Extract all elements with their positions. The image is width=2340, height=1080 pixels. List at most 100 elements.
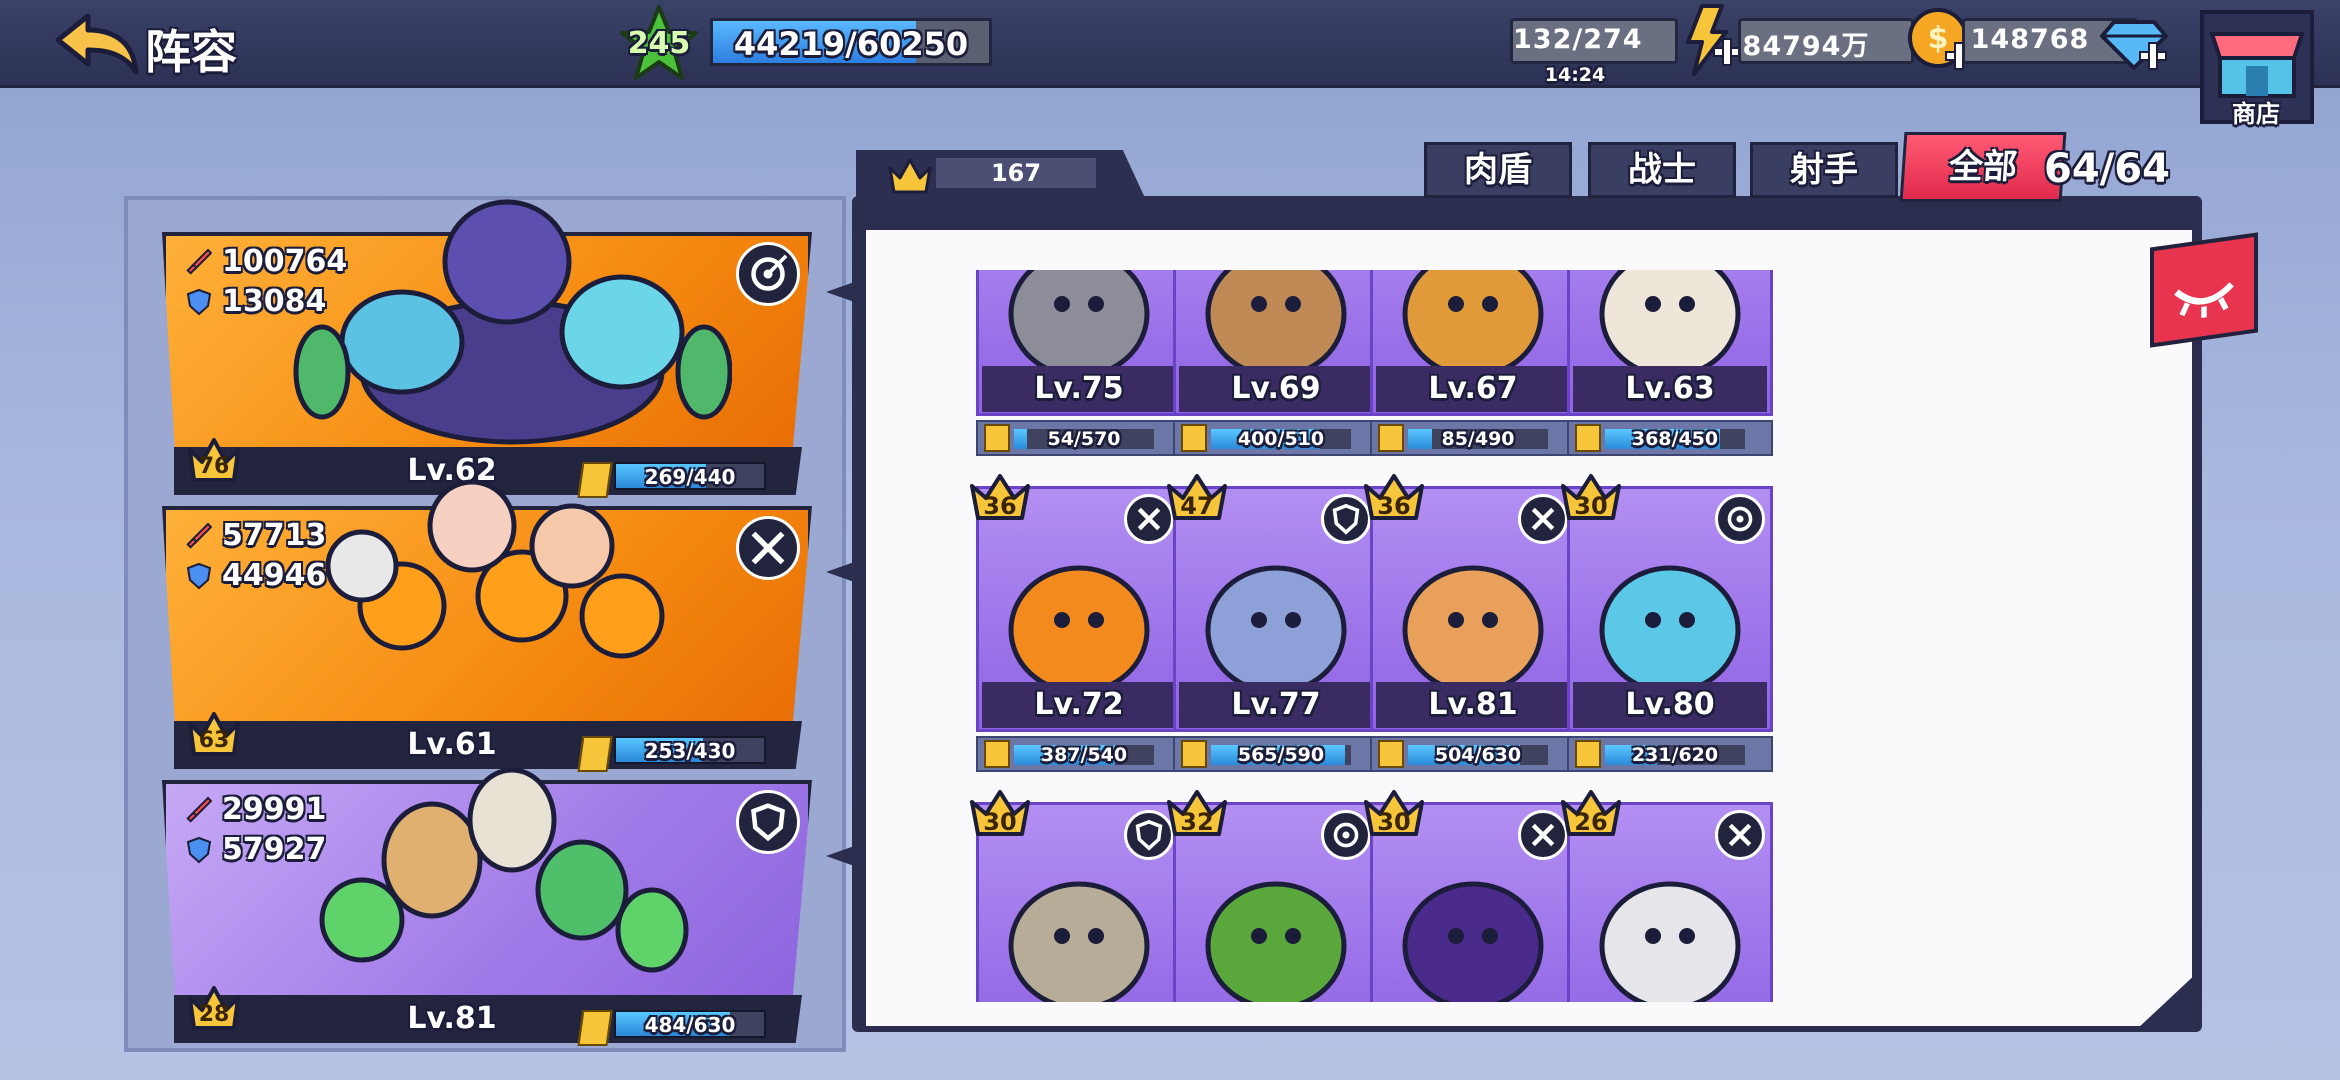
- fragment-icon: [984, 424, 1010, 452]
- team-slot-1[interactable]: 100764 13084 76 Lv.62 269/440: [162, 199, 812, 498]
- panel-corner-decoration: [2136, 970, 2200, 1030]
- hero-level: Lv.80: [1573, 682, 1767, 728]
- player-level: 245: [627, 26, 691, 61]
- defense-value: 57927: [222, 832, 327, 867]
- page-title: 阵容: [145, 25, 237, 79]
- hero-fragment-row: 504/630: [1370, 736, 1576, 772]
- werewolf-hero: [1205, 565, 1347, 695]
- diamond-add-icon[interactable]: [2100, 4, 2172, 76]
- fragment-icon: [577, 1010, 613, 1046]
- tab-tank[interactable]: 肉盾: [1424, 142, 1572, 198]
- attack-value: 100764: [222, 244, 348, 279]
- fragment-icon: [1575, 740, 1601, 768]
- fragment-bar: 400/510: [1211, 428, 1351, 450]
- fragment-text: 85/490: [1441, 428, 1515, 450]
- coin-value: 84794万: [1742, 31, 1870, 62]
- defense-shield-icon: [186, 562, 212, 590]
- fragment-bar: 368/450: [1605, 428, 1745, 450]
- hero-count: 64/64: [2044, 146, 2170, 192]
- defense-shield-icon: [186, 288, 212, 316]
- crown-icon: [888, 158, 932, 194]
- team-stars: 63: [198, 728, 230, 753]
- skull-bat-hero: [1599, 881, 1741, 1002]
- team-lineup-panel: 100764 13084 76 Lv.62 269/440 57713 4494…: [124, 196, 846, 1052]
- fragment-icon: [1181, 740, 1207, 768]
- hero-stars: 36: [983, 492, 1017, 520]
- dragon-hydra-art: [293, 199, 732, 445]
- defense-value: 44946: [222, 558, 327, 593]
- fragment-text: 54/570: [1047, 428, 1121, 450]
- svg-text:$: $: [1928, 21, 1949, 56]
- hero-level: Lv.72: [982, 682, 1176, 728]
- hero-stars: 36: [1377, 492, 1411, 520]
- attack-sword-icon: [186, 248, 212, 275]
- stamina-value: 132/274: [1513, 24, 1643, 55]
- back-arrow-icon[interactable]: [52, 10, 142, 76]
- fragment-icon: [1181, 424, 1207, 452]
- hero-stars: 30: [1377, 808, 1411, 836]
- hero-fragment-row: 54/570: [976, 420, 1182, 456]
- hero-fragment-row: 565/590: [1173, 736, 1379, 772]
- goblin-pirate-hero: [1205, 881, 1347, 1002]
- attack-sword-icon: [186, 522, 212, 549]
- hero-fragment-row: 387/540: [976, 736, 1182, 772]
- stamina-counter: 132/274: [1510, 18, 1678, 64]
- target-icon: [736, 242, 800, 306]
- attack-value: 29991: [222, 792, 327, 827]
- fragment-text: 504/630: [1434, 744, 1522, 766]
- crocodile-knights-art: [319, 767, 689, 973]
- shield-icon: [736, 790, 800, 854]
- crown-total-value: 167: [936, 158, 1096, 188]
- rock-golem-hero: [1008, 881, 1150, 1002]
- team-stats: 57713 44946: [186, 516, 326, 596]
- team-stars: 28: [198, 1002, 230, 1027]
- hero-level: Lv.67: [1376, 366, 1570, 412]
- crossed-swords-icon: [736, 516, 800, 580]
- hero-stars: 30: [1574, 492, 1608, 520]
- fragment-bar: 565/590: [1211, 744, 1351, 766]
- hero-fragment-row: 231/620: [1567, 736, 1773, 772]
- shadow-wizard-hero: [1402, 881, 1544, 1002]
- team-slot-3[interactable]: 29991 57927 28 Lv.81 484/630: [162, 767, 812, 1046]
- crossed-swords-icon: [1715, 810, 1765, 860]
- hero-stars: 30: [983, 808, 1017, 836]
- fragment-bar: 54/570: [1014, 428, 1154, 450]
- fragment-bar: 85/490: [1408, 428, 1548, 450]
- orange-girls-art: [325, 479, 665, 659]
- coin-counter: 84794万: [1738, 18, 1914, 64]
- corgi-hero: [1402, 565, 1544, 695]
- hero-level: Lv.81: [1376, 682, 1570, 728]
- hero-fragment-row: 85/490: [1370, 420, 1576, 456]
- team-stats: 29991 57927: [186, 790, 326, 870]
- attack-value: 57713: [222, 518, 327, 553]
- defense-shield-icon: [186, 836, 212, 864]
- hero-fragment-row: 400/510: [1173, 420, 1379, 456]
- tab-warrior[interactable]: 战士: [1588, 142, 1736, 198]
- exp-bar: 44219/60250: [710, 18, 992, 66]
- hero-stars: 26: [1574, 808, 1608, 836]
- fragment-bar: 231/620: [1605, 744, 1745, 766]
- fragment-text: 484/630: [644, 1013, 736, 1037]
- team-stars: 76: [198, 454, 230, 479]
- fragment-icon: [1378, 424, 1404, 452]
- hero-level: Lv.77: [1179, 682, 1373, 728]
- blue-deer-hero: [1599, 565, 1741, 695]
- fragment-text: 400/510: [1237, 428, 1325, 450]
- hero-stars: 32: [1180, 808, 1214, 836]
- fragment-icon: [1575, 424, 1601, 452]
- tab-archer[interactable]: 射手: [1750, 142, 1898, 198]
- team-slot-2[interactable]: 57713 44946 63 Lv.61 253/430: [162, 479, 812, 772]
- shop-label[interactable]: 商店: [2206, 94, 2306, 129]
- stamina-timer: 14:24: [1544, 64, 1606, 86]
- hero-fragment-row: 368/450: [1567, 420, 1773, 456]
- fragment-text: 231/620: [1631, 744, 1719, 766]
- pumpkin-scarecrow-hero: [1008, 565, 1150, 695]
- total-crowns: 167: [856, 150, 1146, 200]
- team-stats: 100764 13084: [186, 242, 347, 322]
- tab-all[interactable]: 全部: [1899, 132, 2067, 202]
- hero-level: Lv.75: [982, 366, 1176, 412]
- fragment-bar: 387/540: [1014, 744, 1154, 766]
- hero-level: Lv.69: [1179, 366, 1373, 412]
- hero-stars: 47: [1180, 492, 1214, 520]
- energy-bolt-add-icon[interactable]: [1672, 4, 1744, 76]
